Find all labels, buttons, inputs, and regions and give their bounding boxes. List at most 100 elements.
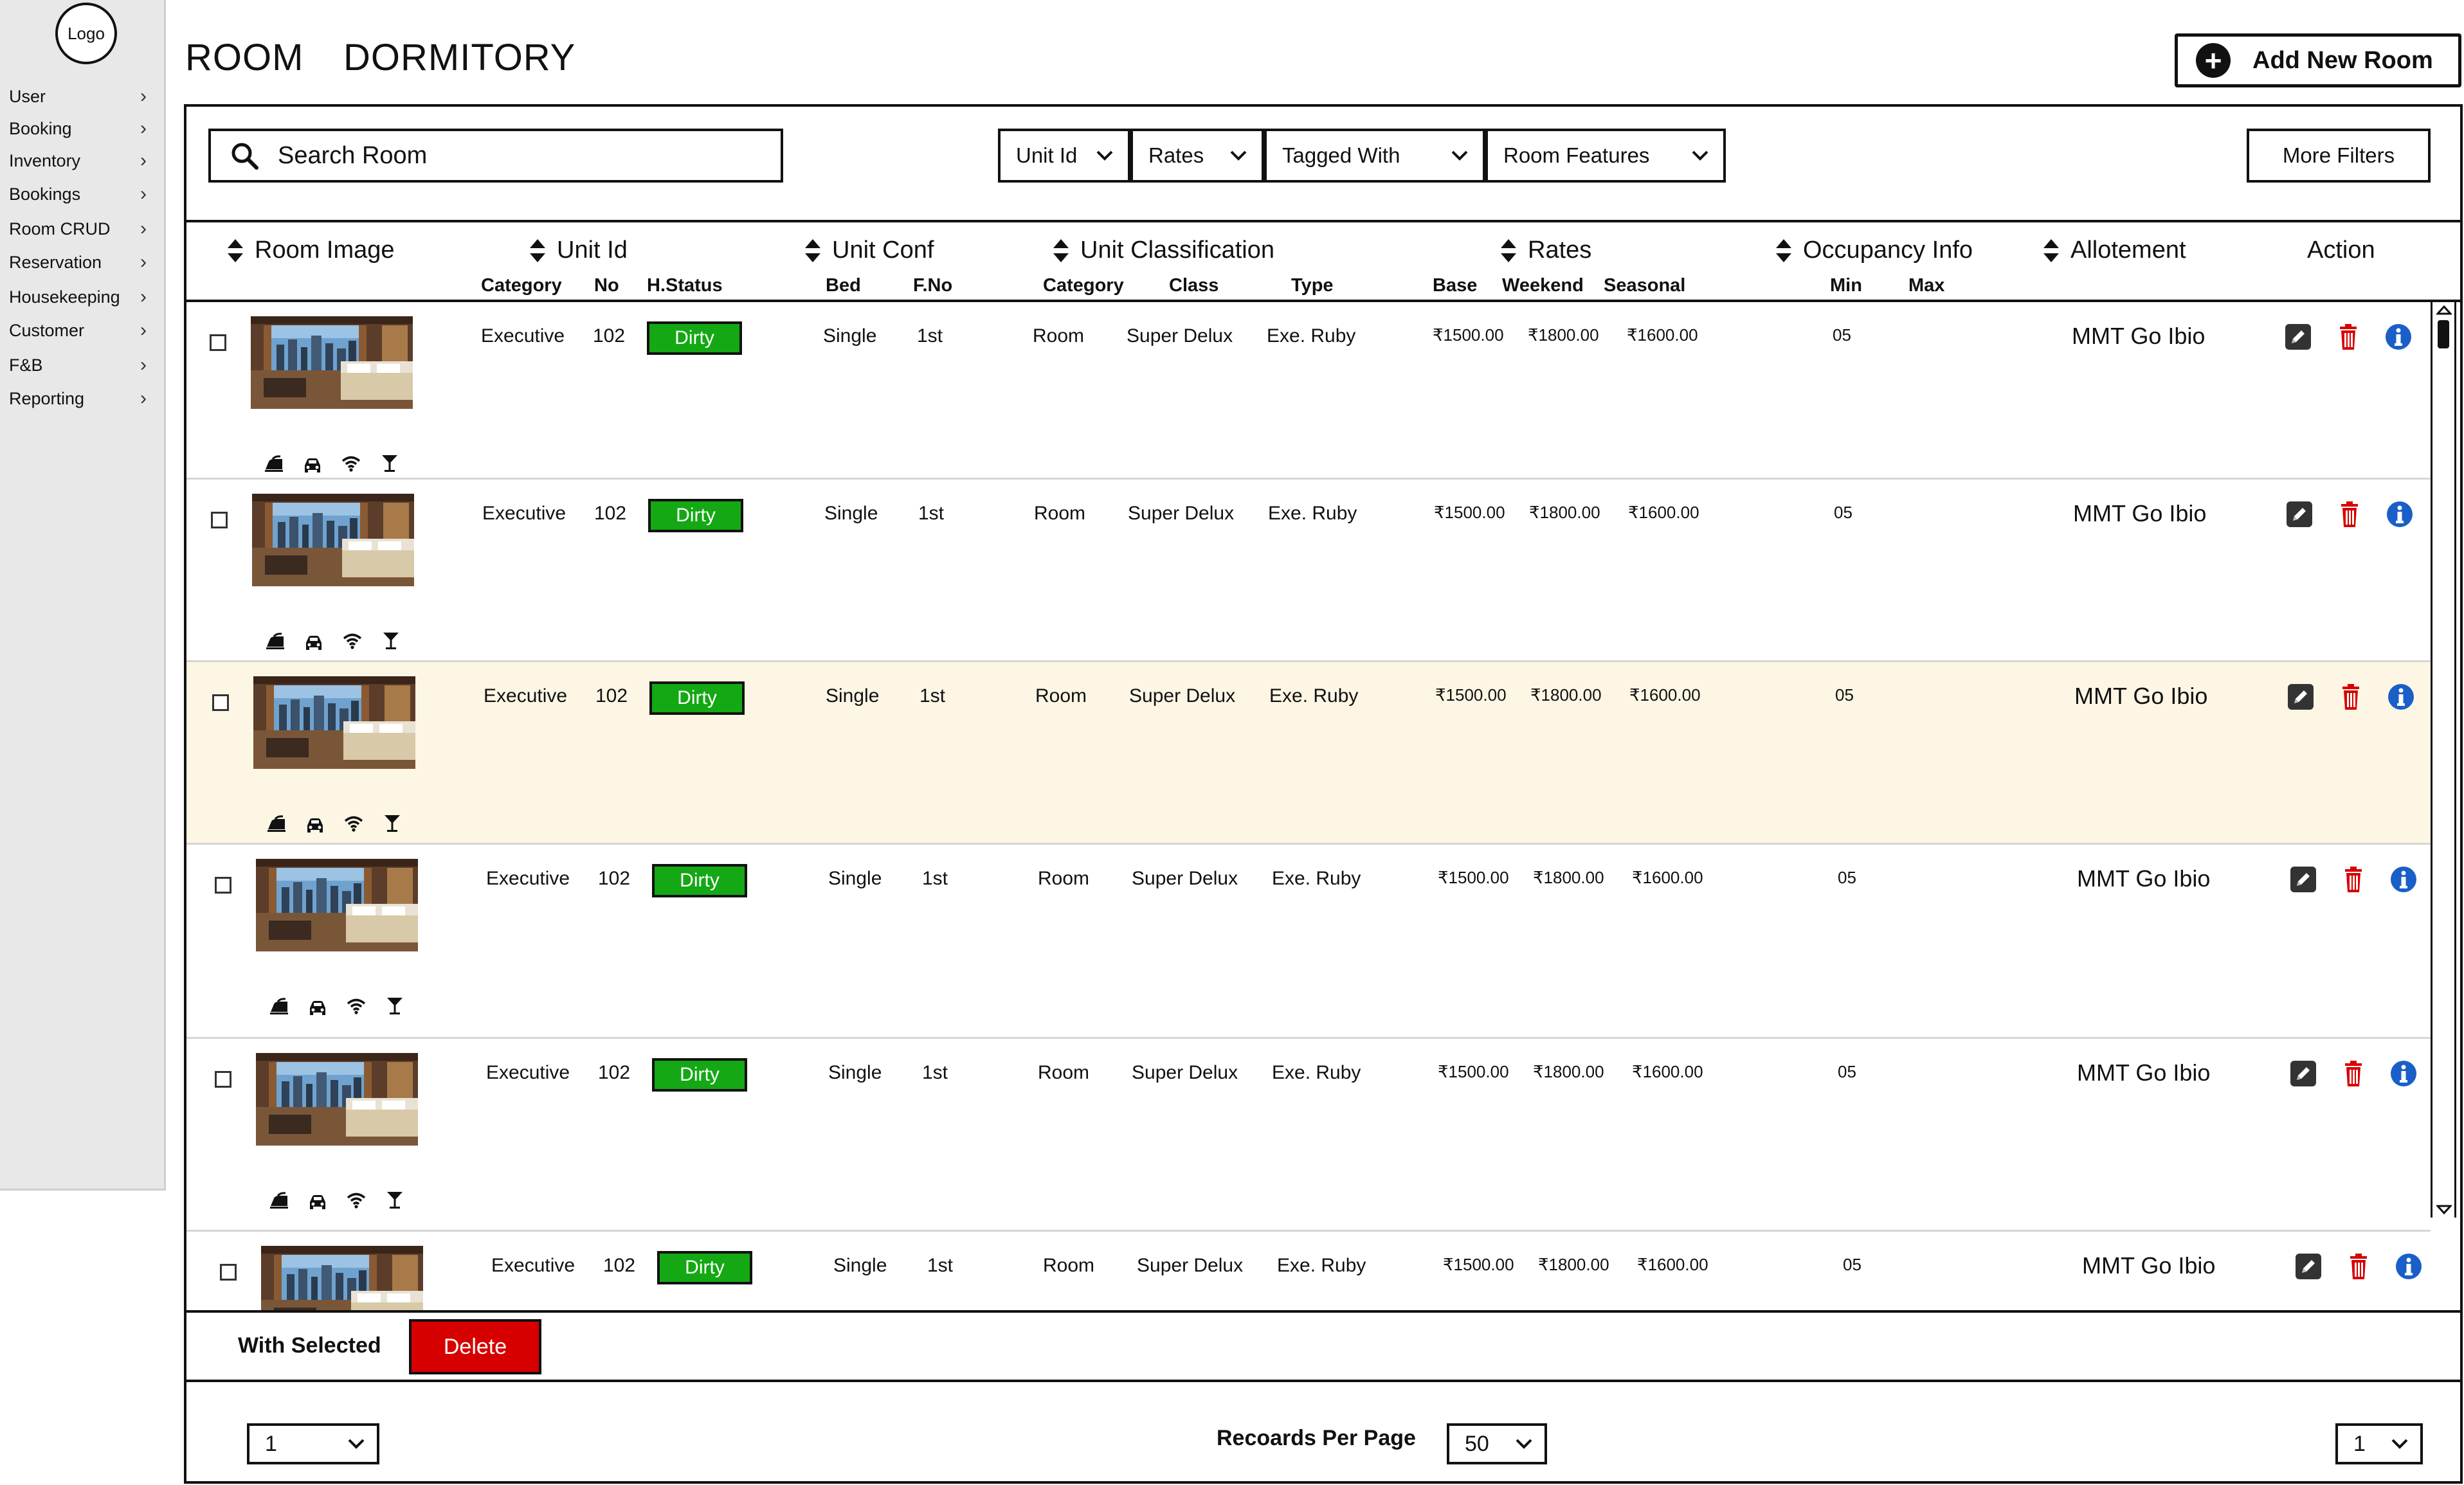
col-allotment[interactable]: Allotement bbox=[2043, 237, 2186, 264]
sidebar-item-label: F&B bbox=[9, 355, 43, 375]
scroll-up-icon[interactable] bbox=[2436, 305, 2452, 315]
edit-button[interactable] bbox=[2285, 500, 2314, 532]
tab-room[interactable]: ROOM bbox=[185, 36, 303, 79]
info-button[interactable] bbox=[2387, 683, 2415, 714]
delete-button[interactable]: Delete bbox=[409, 1319, 541, 1374]
vertical-scrollbar[interactable] bbox=[2431, 302, 2456, 1218]
filter-rates[interactable]: Rates bbox=[1130, 129, 1264, 183]
add-new-room-button[interactable]: + Add New Room bbox=[2175, 33, 2461, 87]
filter-unit-id[interactable]: Unit Id bbox=[998, 129, 1130, 183]
info-button[interactable] bbox=[2384, 323, 2413, 354]
scrollbar-thumb[interactable] bbox=[2438, 320, 2449, 348]
row-checkbox[interactable] bbox=[215, 1071, 231, 1088]
search-box[interactable] bbox=[208, 129, 783, 183]
sidebar-item-reporting[interactable]: Reporting › bbox=[0, 384, 166, 413]
room-thumbnail[interactable] bbox=[251, 316, 413, 409]
row-checkbox[interactable] bbox=[211, 512, 228, 528]
cell-min: 05 bbox=[1843, 1255, 1862, 1274]
iron-icon bbox=[269, 1191, 289, 1213]
col-unit-conf[interactable]: Unit Conf bbox=[805, 237, 934, 264]
filter-room-features[interactable]: Room Features bbox=[1485, 129, 1726, 183]
sidebar: Logo User › Booking › Inventory › Bookings › Roo… bbox=[0, 0, 166, 1191]
car-icon bbox=[303, 631, 324, 654]
room-thumbnail[interactable] bbox=[256, 859, 418, 951]
edit-button[interactable] bbox=[2289, 1059, 2317, 1091]
sidebar-item-user[interactable]: User › bbox=[0, 82, 166, 111]
room-thumbnail[interactable] bbox=[252, 494, 414, 586]
cell-uc-class: Super Delux bbox=[1132, 868, 1238, 889]
col-allotment-label: Allotement bbox=[2070, 237, 2186, 264]
more-filters-button[interactable]: More Filters bbox=[2247, 129, 2431, 183]
search-icon bbox=[231, 143, 258, 170]
sidebar-item-housekeeping[interactable]: Housekeeping › bbox=[0, 283, 166, 311]
records-per-page-select[interactable]: 50 bbox=[1447, 1423, 1547, 1464]
chevron-right-icon: › bbox=[140, 320, 147, 341]
trash-button[interactable] bbox=[2339, 1059, 2368, 1091]
col-room-image[interactable]: Room Image bbox=[228, 237, 395, 264]
cell-base: ₹1500.00 bbox=[1438, 868, 1509, 887]
tab-dormitory[interactable]: DORMITORY bbox=[343, 36, 575, 79]
table-row[interactable]: Executive 102 Dirty Single 1st Room Super Delu… bbox=[186, 1232, 2431, 1310]
col-action-label: Action bbox=[2307, 237, 2375, 264]
info-button[interactable] bbox=[2389, 865, 2418, 897]
cell-bed: Single bbox=[823, 325, 877, 346]
room-thumbnail[interactable] bbox=[261, 1246, 423, 1310]
add-new-room-label: Add New Room bbox=[2252, 46, 2433, 74]
subcol-seasonal: Seasonal bbox=[1604, 275, 1686, 296]
trash-button[interactable] bbox=[2339, 865, 2368, 897]
sidebar-item-reservation[interactable]: Reservation › bbox=[0, 248, 166, 276]
filter-tagged-with[interactable]: Tagged With bbox=[1264, 129, 1485, 183]
info-button[interactable] bbox=[2395, 1252, 2423, 1284]
sidebar-item-label: Room CRUD bbox=[9, 219, 111, 239]
sidebar-item-inventory[interactable]: Inventory › bbox=[0, 147, 166, 175]
info-button[interactable] bbox=[2386, 500, 2414, 532]
records-per-page-label: Recoards Per Page bbox=[1217, 1426, 1416, 1450]
table-row[interactable]: Executive 102 Dirty Single 1st Room Super Delu… bbox=[186, 1039, 2431, 1232]
table-row[interactable]: Executive 102 Dirty Single 1st Room Super Delu… bbox=[186, 480, 2431, 662]
cocktail-icon bbox=[385, 1191, 405, 1213]
row-checkbox[interactable] bbox=[220, 1264, 237, 1281]
sidebar-item-customer[interactable]: Customer › bbox=[0, 316, 166, 345]
sort-icon bbox=[1053, 239, 1069, 262]
edit-button[interactable] bbox=[2289, 865, 2317, 897]
col-unit-classification[interactable]: Unit Classification bbox=[1053, 237, 1274, 264]
edit-icon bbox=[2289, 867, 2317, 896]
trash-button[interactable] bbox=[2337, 683, 2365, 714]
room-thumbnail[interactable] bbox=[253, 676, 415, 769]
page-select-left[interactable]: 1 bbox=[247, 1423, 379, 1464]
trash-button[interactable] bbox=[2335, 500, 2364, 532]
table-row[interactable]: Executive 102 Dirty Single 1st Room Super Delu… bbox=[186, 302, 2431, 480]
row-checkbox[interactable] bbox=[210, 334, 226, 351]
sidebar-item-bookings[interactable]: Bookings › bbox=[0, 180, 166, 208]
page-select-right[interactable]: 1 bbox=[2335, 1423, 2423, 1464]
cell-min: 05 bbox=[1838, 1062, 1856, 1081]
scroll-down-icon[interactable] bbox=[2436, 1205, 2452, 1215]
search-input[interactable] bbox=[278, 141, 741, 170]
edit-button[interactable] bbox=[2284, 323, 2312, 354]
col-rates[interactable]: Rates bbox=[1501, 237, 1591, 264]
trash-button[interactable] bbox=[2334, 323, 2362, 354]
subcol-max: Max bbox=[1908, 275, 1945, 296]
sort-icon bbox=[805, 239, 820, 262]
table-row[interactable]: Executive 102 Dirty Single 1st Room Super Delu… bbox=[186, 845, 2431, 1039]
sidebar-item-f-b[interactable]: F&B › bbox=[0, 351, 166, 379]
room-thumbnail[interactable] bbox=[256, 1053, 418, 1146]
edit-button[interactable] bbox=[2294, 1252, 2323, 1284]
amenity-icons bbox=[269, 1191, 405, 1213]
col-occupancy-info[interactable]: Occupancy Info bbox=[1776, 237, 1973, 264]
hstatus-badge: Dirty bbox=[649, 681, 745, 715]
cell-fno: 1st bbox=[919, 685, 946, 706]
sidebar-item-room-crud[interactable]: Room CRUD › bbox=[0, 215, 166, 243]
table-row[interactable]: Executive 102 Dirty Single 1st Room Super Delu… bbox=[186, 662, 2431, 845]
row-checkbox[interactable] bbox=[212, 694, 229, 711]
cocktail-icon bbox=[379, 454, 400, 476]
edit-button[interactable] bbox=[2287, 683, 2315, 714]
col-unit-id[interactable]: Unit Id bbox=[530, 237, 628, 264]
info-icon bbox=[2386, 501, 2414, 531]
trash-icon bbox=[2339, 867, 2368, 896]
cell-base: ₹1500.00 bbox=[1433, 325, 1504, 345]
trash-button[interactable] bbox=[2344, 1252, 2373, 1284]
info-button[interactable] bbox=[2389, 1059, 2418, 1091]
row-checkbox[interactable] bbox=[215, 877, 231, 894]
sidebar-item-booking[interactable]: Booking › bbox=[0, 114, 166, 143]
